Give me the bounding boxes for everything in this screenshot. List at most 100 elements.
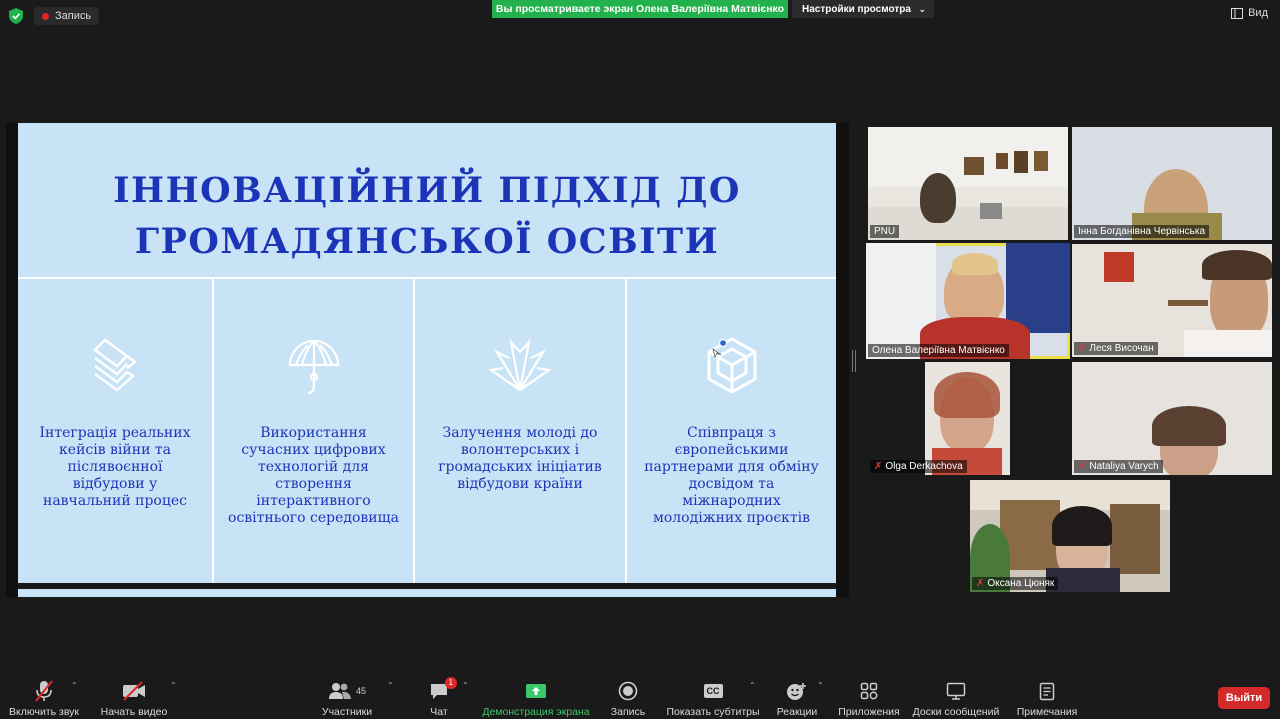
start-video-label: Начать видео bbox=[100, 706, 168, 718]
chat-options-caret-icon[interactable]: ⌃ bbox=[462, 681, 469, 690]
participant-name-label: ✗ Olga Derkachova bbox=[870, 460, 967, 473]
slide-title-line-2: ГРОМАДЯНСЬКОЇ ОСВІТИ bbox=[134, 221, 720, 262]
unmute-label: Включить звук bbox=[8, 706, 80, 718]
notes-button[interactable]: Примечания bbox=[1012, 675, 1082, 719]
top-left-controls: Запись bbox=[6, 6, 100, 26]
participant-name: Леся Височан bbox=[1089, 343, 1154, 354]
slide-column-4: Співпраця з європейськими партнерами для… bbox=[627, 279, 836, 583]
captions-icon: CC bbox=[703, 679, 723, 703]
mic-muted-icon: ✗ bbox=[874, 461, 883, 472]
audio-options-caret-icon[interactable]: ⌃ bbox=[71, 681, 78, 690]
view-settings-label: Настройки просмотра bbox=[802, 3, 911, 15]
presentation-slide: ІННОВАЦІЙНИЙ ПІДХІД ДО ГРОМАДЯНСЬКОЇ ОСВ… bbox=[18, 123, 836, 597]
view-label: Вид bbox=[1248, 7, 1268, 19]
participant-name: Олена Валеріївна Матвієнко bbox=[872, 345, 1005, 356]
hexagon-knot-icon bbox=[697, 331, 767, 401]
mic-muted-icon: ✗ bbox=[1078, 343, 1087, 354]
reactions-options-caret-icon[interactable]: ⌃ bbox=[817, 681, 824, 690]
participants-options-caret-icon[interactable]: ⌃ bbox=[387, 681, 394, 690]
slide-column-3: Залучення молоді до волонтерських і гром… bbox=[415, 279, 625, 583]
panel-resize-handle[interactable] bbox=[852, 350, 856, 372]
view-settings-button[interactable]: Настройки просмотра ⌄ bbox=[792, 0, 934, 18]
video-tile[interactable]: ✗ Olga Derkachova bbox=[868, 362, 1068, 475]
slide-column-1: Інтеграція реальних кейсів війни та післ… bbox=[18, 279, 212, 583]
leave-meeting-button[interactable]: Выйти bbox=[1218, 687, 1270, 709]
video-tile[interactable]: PNU bbox=[868, 127, 1068, 240]
hair bbox=[952, 253, 998, 275]
reactions-emoji-icon bbox=[786, 679, 808, 703]
clothing bbox=[1184, 330, 1272, 357]
banner bbox=[1006, 243, 1070, 333]
video-off-icon bbox=[122, 679, 146, 703]
apps-icon bbox=[860, 679, 878, 703]
participant-name-label: ✗ Nataliya Varych bbox=[1074, 460, 1163, 473]
tree-umbrella-icon bbox=[279, 331, 349, 401]
recording-label: Запись bbox=[55, 10, 92, 22]
share-screen-button[interactable]: Демонстрация экрана bbox=[482, 675, 590, 719]
participant-name: Інна Богданівна Червінська bbox=[1078, 226, 1206, 237]
mic-muted-icon: ✗ bbox=[1078, 461, 1087, 472]
chat-button[interactable]: 1 Чат bbox=[424, 675, 457, 719]
participants-icon: 45 bbox=[328, 679, 366, 703]
painting bbox=[996, 153, 1008, 169]
bookshelf bbox=[1110, 504, 1160, 574]
video-tile[interactable]: ✗ Оксана Цюняк bbox=[970, 480, 1170, 592]
security-shield-icon[interactable] bbox=[6, 6, 26, 26]
participant-name-label: PNU bbox=[870, 225, 900, 238]
chat-icon: 1 bbox=[429, 677, 457, 703]
chat-label: Чат bbox=[430, 706, 448, 718]
reactions-button[interactable]: Реакции bbox=[774, 675, 820, 719]
whiteboards-button[interactable]: Доски сообщений bbox=[910, 675, 1002, 719]
slide-bottom-strip bbox=[18, 589, 836, 597]
participant-name-label: Інна Богданівна Червінська bbox=[1074, 225, 1210, 238]
shared-screen: ІННОВАЦІЙНИЙ ПІДХІД ДО ГРОМАДЯНСЬКОЇ ОСВ… bbox=[6, 123, 849, 597]
slide-column-2: Використання сучасних цифрових технологі… bbox=[214, 279, 413, 583]
show-captions-button[interactable]: CC Показать субтитры bbox=[666, 675, 760, 719]
notes-icon bbox=[1039, 679, 1055, 703]
grid-view-icon bbox=[1231, 7, 1244, 19]
recording-indicator[interactable]: Запись bbox=[34, 7, 100, 25]
hair bbox=[1052, 506, 1112, 546]
mic-muted-icon: ✗ bbox=[976, 578, 985, 589]
apps-button[interactable]: Приложения bbox=[836, 675, 902, 719]
participant-name: Оксана Цюняк bbox=[987, 578, 1055, 589]
mic-muted-icon bbox=[34, 679, 54, 703]
reactions-label: Реакции bbox=[776, 706, 818, 718]
record-label: Запись bbox=[610, 706, 646, 718]
video-options-caret-icon[interactable]: ⌃ bbox=[170, 681, 177, 690]
slide-title: ІННОВАЦІЙНИЙ ПІДХІД ДО ГРОМАДЯНСЬКОЇ ОСВ… bbox=[18, 165, 836, 267]
column-text: Залучення молоді до волонтерських і гром… bbox=[438, 425, 602, 492]
participant-figure bbox=[920, 173, 956, 223]
column-text: Співпраця з європейськими партнерами для… bbox=[644, 425, 819, 526]
painting bbox=[964, 157, 984, 175]
record-icon bbox=[618, 679, 638, 703]
hair bbox=[1152, 406, 1226, 446]
start-video-button[interactable]: Начать видео bbox=[98, 675, 170, 719]
video-tile[interactable]: Інна Богданівна Червінська bbox=[1072, 127, 1272, 240]
record-dot-icon bbox=[42, 12, 49, 20]
notes-label: Примечания bbox=[1016, 706, 1078, 718]
participant-name-label: ✗ Оксана Цюняк bbox=[972, 577, 1059, 590]
video-tile[interactable]: ✗ Леся Височан bbox=[1072, 244, 1272, 357]
painting bbox=[1014, 151, 1028, 173]
chevron-down-icon: ⌄ bbox=[918, 3, 926, 14]
record-button[interactable]: Запись bbox=[606, 675, 650, 719]
view-button[interactable]: Вид bbox=[1231, 7, 1268, 19]
video-tile-active-speaker[interactable]: Олена Валеріївна Матвієнко bbox=[866, 243, 1070, 359]
share-screen-icon bbox=[525, 679, 547, 703]
meeting-toolbar: Включить звук ⌃ Начать видео ⌃ 45 Участн… bbox=[0, 675, 1280, 719]
column-text: Інтеграція реальних кейсів війни та післ… bbox=[39, 425, 191, 509]
laptop bbox=[980, 203, 1002, 219]
participants-count: 45 bbox=[355, 686, 366, 696]
shelf bbox=[1168, 300, 1208, 306]
participants-button[interactable]: 45 Участники bbox=[318, 675, 376, 719]
whiteboards-label: Доски сообщений bbox=[912, 706, 1000, 718]
video-tile[interactable]: ✗ Nataliya Varych bbox=[1072, 362, 1272, 475]
participant-name: Olga Derkachova bbox=[885, 461, 963, 472]
captions-options-caret-icon[interactable]: ⌃ bbox=[749, 681, 756, 690]
captions-icon-text: CC bbox=[703, 684, 723, 698]
slide-title-line-1: ІННОВАЦІЙНИЙ ПІДХІД ДО bbox=[113, 170, 741, 211]
chat-unread-badge: 1 bbox=[444, 677, 457, 689]
zoom-window: Запись Вы просматриваете экран Олена Вал… bbox=[0, 0, 1280, 719]
participant-name: Nataliya Varych bbox=[1089, 461, 1159, 472]
